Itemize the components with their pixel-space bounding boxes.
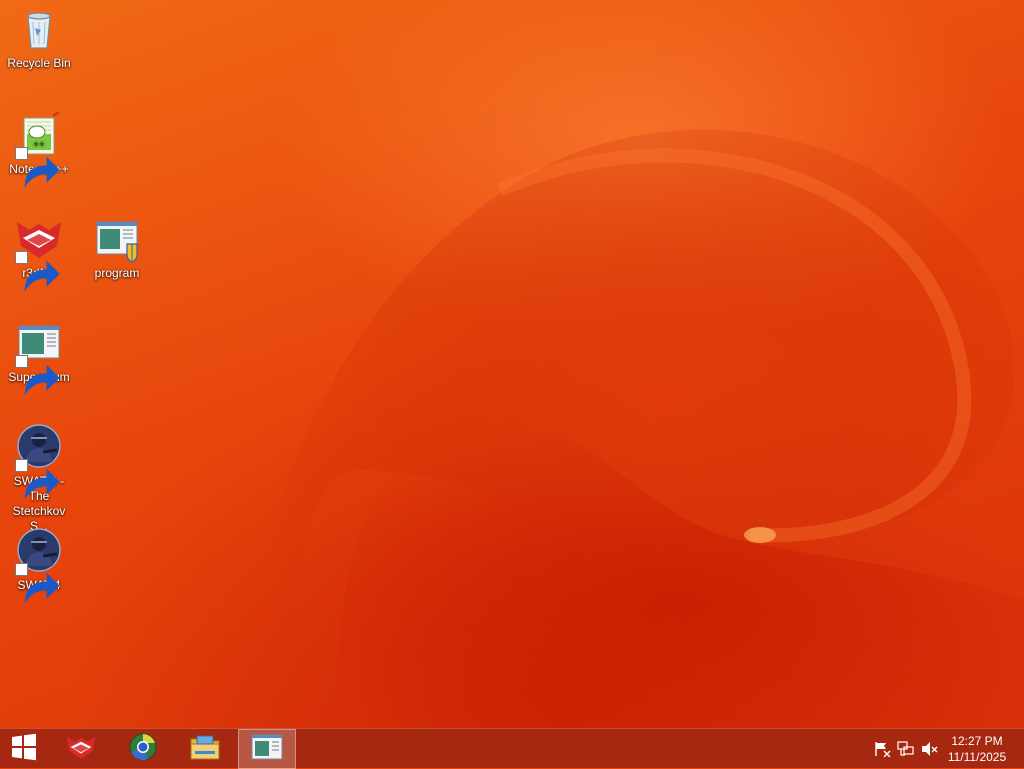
- notepad-plus-plus-icon: ++: [15, 112, 63, 188]
- shortcut-arrow-icon: [15, 251, 60, 292]
- clock-date: 11/11/2025: [947, 750, 1007, 764]
- svg-text:++: ++: [33, 140, 45, 148]
- taskbar-button-file-explorer[interactable]: [176, 729, 234, 769]
- shortcut-arrow-icon: [15, 355, 60, 396]
- desktop-icon-swat4[interactable]: SWAT 4: [1, 528, 77, 604]
- desktop-icon-recycle-bin[interactable]: Recycle Bin: [1, 6, 77, 71]
- desktop-icon-swat4-stetchkov[interactable]: SWAT 4 - The Stetchkov S...: [1, 424, 77, 534]
- desktop-icon-label: program: [94, 266, 140, 280]
- action-center-flag-icon[interactable]: [873, 741, 891, 758]
- taskbar-button-program[interactable]: [238, 729, 296, 769]
- file-explorer-icon: [189, 733, 221, 766]
- desktop-icon-r3dfox[interactable]: r3dfox: [1, 216, 77, 292]
- swat4-icon: [15, 528, 63, 604]
- desktop-icon-label: Recycle Bin: [7, 56, 71, 70]
- desktop-icon-notepad-plus-plus[interactable]: ++ Notepad++: [1, 112, 77, 188]
- taskbar: 12:27 PM 11/11/2025: [0, 728, 1024, 769]
- desktop-icon-program[interactable]: program: [79, 216, 155, 281]
- shortcut-arrow-icon: [15, 459, 60, 500]
- shortcut-arrow-icon: [15, 563, 60, 604]
- desktop[interactable]: Recycle Bin ++ Notepad++: [0, 0, 1024, 728]
- taskbar-button-r3dfox[interactable]: [52, 729, 110, 769]
- taskbar-clock[interactable]: 12:27 PM 11/11/2025: [942, 733, 1012, 765]
- program-icon: [93, 216, 141, 264]
- clock-time: 12:27 PM: [951, 734, 1003, 748]
- supermium-icon: [15, 320, 63, 396]
- swat4-stetchkov-icon: [15, 424, 63, 500]
- shortcut-arrow-icon: [15, 147, 60, 188]
- recycle-bin-icon: [15, 6, 63, 54]
- r3dfox-icon: [15, 216, 63, 292]
- r3dfox-icon: [64, 734, 98, 765]
- volume-muted-icon[interactable]: [921, 741, 939, 757]
- taskbar-button-supermium[interactable]: [114, 729, 172, 769]
- program-window-icon: [251, 734, 283, 765]
- wallpaper-swirl: [240, 129, 1024, 728]
- desktop-icon-supermium[interactable]: Supermium: [1, 320, 77, 396]
- supermium-icon: [128, 732, 158, 767]
- start-button[interactable]: [0, 729, 48, 769]
- network-icon[interactable]: [897, 741, 915, 757]
- windows-logo-icon: [10, 733, 38, 766]
